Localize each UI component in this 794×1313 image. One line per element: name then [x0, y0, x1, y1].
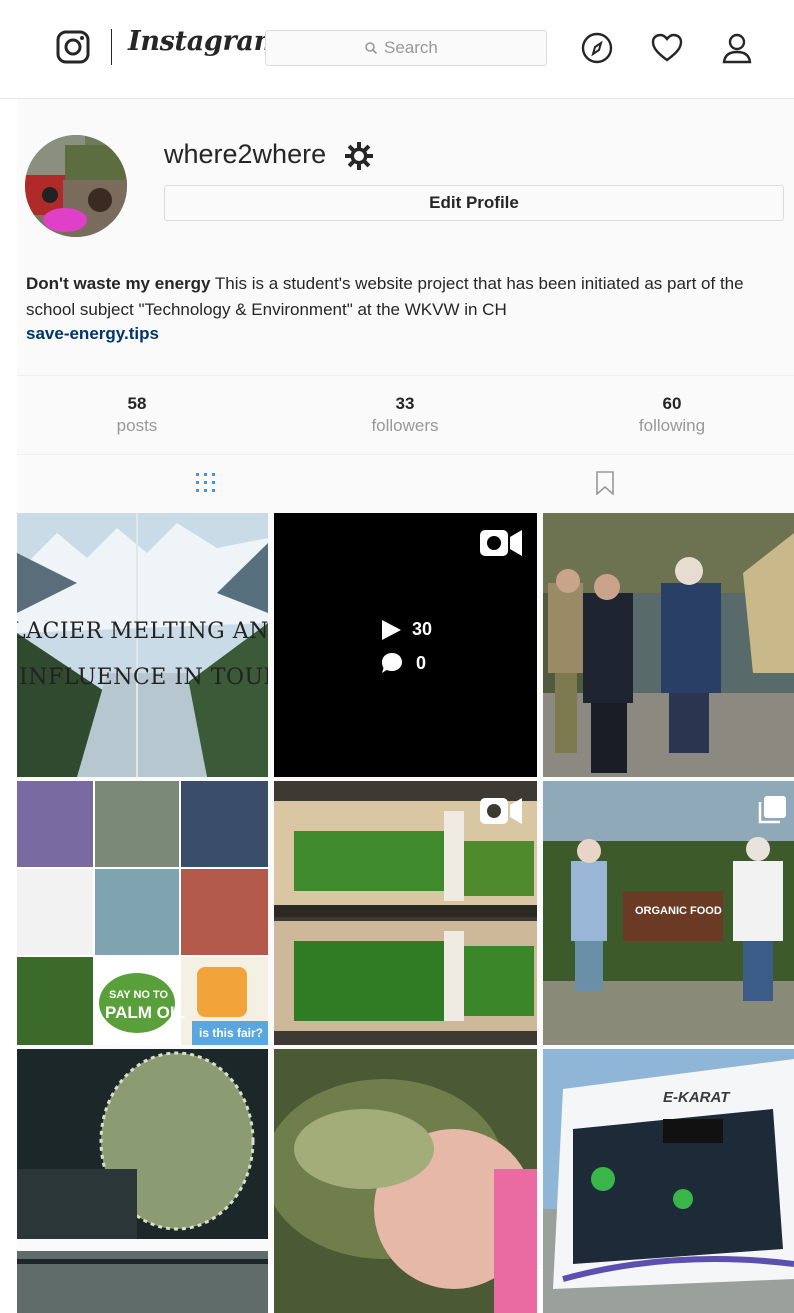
collage-caption: is this fair?: [199, 1026, 264, 1040]
gear-icon[interactable]: [344, 141, 374, 171]
glacier-photo: [17, 513, 268, 777]
video-comment-count: 0: [416, 653, 427, 673]
video-icon: [480, 798, 522, 824]
video-icon: [480, 530, 522, 556]
video-view-count: 30: [412, 619, 433, 639]
profile-bio: Don't waste my energy This is a student'…: [26, 271, 776, 323]
edit-profile-button[interactable]: Edit Profile: [164, 185, 784, 221]
bio-website-link[interactable]: save-energy.tips: [26, 324, 159, 344]
username-row: where2where: [164, 139, 373, 173]
post-olive-net[interactable]: [17, 1049, 268, 1313]
post-partial[interactable]: [17, 1259, 268, 1264]
post-organic-food[interactable]: ORGANIC FOOD: [543, 781, 794, 1045]
post-collage[interactable]: SAY NO TO PALM OIL is this fair?: [17, 781, 268, 1045]
instagram-wordmark[interactable]: Instagram: [128, 26, 282, 57]
heart-icon[interactable]: [650, 31, 684, 65]
comment-icon: [382, 653, 402, 673]
compass-icon[interactable]: [580, 31, 614, 65]
profile-page: where2where Edit Profile Don't waste my …: [17, 99, 794, 1313]
carousel-icon: [758, 796, 786, 824]
logo-divider: [111, 29, 112, 65]
post-glacier[interactable]: LACIER MELTING AND THE INFLUENCE IN TOUR…: [17, 513, 268, 777]
play-icon: [382, 620, 401, 640]
profile-stats: 58 posts 33 followers 60 following: [17, 375, 794, 455]
top-navigation-bar: Instagram: [0, 0, 794, 99]
following-count: 60: [662, 394, 682, 413]
search-input[interactable]: [384, 38, 534, 58]
following-label: following: [638, 416, 706, 435]
post-olive-leaves[interactable]: [274, 1049, 537, 1313]
post-video[interactable]: 30 0: [274, 513, 537, 777]
profile-tabs: [17, 454, 794, 512]
bus-brand-text: E-KARAT: [663, 1089, 730, 1106]
followers-count: 33: [395, 394, 415, 413]
posts-stat: 58 posts: [37, 394, 237, 438]
post-electric-bus[interactable]: E-KARAT: [543, 1049, 794, 1313]
post-people-by-river[interactable]: [543, 513, 794, 777]
glacier-caption-line-1: LACIER MELTING AND THE: [17, 619, 268, 644]
glacier-caption-line-2: INFLUENCE IN TOURISM: [19, 665, 268, 690]
palm-oil-sign-line-1: SAY NO TO: [109, 989, 169, 1001]
instagram-camera-icon[interactable]: [56, 30, 90, 64]
grid-icon[interactable]: [194, 471, 218, 495]
bio-full-name: Don't waste my energy: [26, 274, 211, 293]
username: where2where: [164, 139, 327, 169]
posts-label: posts: [116, 416, 158, 435]
search-icon: [365, 42, 378, 55]
posts-count: 58: [127, 394, 147, 413]
followers-stat[interactable]: 33 followers: [305, 394, 505, 438]
organic-food-sign: ORGANIC FOOD: [635, 905, 722, 917]
olive-net-photo: [17, 1049, 268, 1313]
olive-leaves-photo: [274, 1049, 537, 1313]
bookmark-icon[interactable]: [593, 471, 617, 495]
person-icon[interactable]: [720, 31, 754, 65]
followers-label: followers: [371, 416, 439, 435]
following-stat[interactable]: 60 following: [572, 394, 772, 438]
people-river-photo: [543, 513, 794, 777]
profile-avatar[interactable]: [25, 135, 127, 237]
search-box[interactable]: [265, 30, 547, 66]
post-peppers[interactable]: [274, 781, 537, 1045]
palm-oil-sign-line-2: PALM OIL: [105, 1003, 185, 1022]
